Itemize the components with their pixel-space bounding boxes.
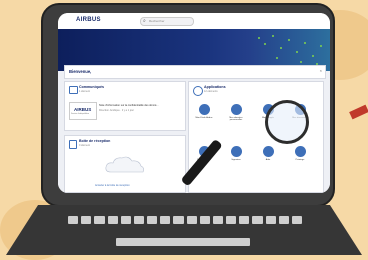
close-icon[interactable]: ×	[320, 68, 322, 73]
app-personal-data-icon[interactable]	[231, 104, 242, 115]
applications-icon	[193, 86, 203, 96]
key	[68, 216, 79, 224]
communique-item[interactable]: AIRBUS Direction Juridique Airbus Note d…	[69, 102, 181, 122]
hero-dot	[264, 43, 266, 45]
key	[226, 216, 237, 224]
key	[107, 216, 118, 224]
search-bar[interactable]: ⌕ Rechercher	[140, 17, 194, 26]
communique-meta: Direction Juridique · il y a 1 jour	[99, 109, 135, 112]
keyboard-row	[68, 216, 303, 224]
pencil-icon	[349, 104, 368, 120]
inbox-empty-link[interactable]: Accéder à la boîte de réception	[95, 184, 130, 187]
app-help-icon[interactable]	[263, 146, 274, 157]
airbus-logo[interactable]: AIRBUS	[76, 17, 101, 23]
top-bar: AIRBUS ⌕ Rechercher	[58, 13, 330, 29]
communiques-card: Communiqués 1 élément AIRBUS Direction J…	[64, 81, 186, 131]
app-label: Mes données personnelles	[229, 117, 243, 121]
hero-dot	[320, 45, 322, 47]
app-label: Mon Flash Airbus	[195, 117, 213, 119]
spacebar	[116, 238, 250, 246]
hero-dot	[276, 57, 278, 59]
applications-card: Applications 12 éléments Mon Flash Airbu…	[188, 81, 324, 193]
applications-title[interactable]: Applications	[204, 85, 226, 89]
hero-dot	[258, 37, 260, 39]
app-label: Aide	[265, 159, 271, 161]
key	[212, 216, 224, 224]
hero-dot	[280, 47, 282, 49]
hero-dot	[304, 42, 306, 44]
key	[81, 216, 92, 224]
hero-dot	[296, 51, 298, 53]
key	[120, 216, 131, 224]
key	[278, 216, 289, 224]
empty-cloud-illustration	[105, 156, 144, 173]
search-icon: ⌕	[143, 18, 146, 24]
communiques-title[interactable]: Communiqués	[79, 85, 104, 89]
welcome-title: Bienvenue,	[69, 69, 92, 74]
key	[199, 216, 210, 224]
app-timeclock-icon[interactable]	[295, 146, 306, 157]
inbox-title[interactable]: Boîte de réception	[79, 139, 110, 143]
inbox-card: Boîte de réception 0 élément Accéder à l…	[64, 135, 186, 193]
key	[265, 216, 276, 224]
hero-dot	[300, 61, 302, 63]
app-label: Pointage	[295, 159, 305, 161]
laptop-base	[6, 205, 362, 255]
welcome-banner: Bienvenue, ×	[64, 65, 326, 79]
key	[252, 216, 263, 224]
key	[173, 216, 184, 224]
communique-title: Note d'information sur la confidentialit…	[99, 104, 159, 107]
communiques-subtitle: 1 élément	[79, 90, 90, 93]
megaphone-icon	[69, 86, 78, 94]
hero-dot	[312, 55, 314, 57]
app-label: Signature	[231, 159, 241, 161]
hero-dot	[272, 35, 274, 37]
key	[239, 216, 250, 224]
applications-subtitle: 12 éléments	[204, 90, 218, 93]
thumbnail-source: Direction Juridique Airbus	[71, 114, 90, 115]
magnifying-glass-icon	[265, 100, 309, 144]
hero-dot	[288, 39, 290, 41]
key	[94, 216, 105, 224]
thumbnail-logo: AIRBUS	[74, 107, 92, 112]
inbox-subtitle: 0 élément	[79, 144, 90, 147]
app-signature-icon[interactable]	[231, 146, 242, 157]
key	[160, 216, 171, 224]
key	[291, 216, 303, 224]
key	[186, 216, 197, 224]
key	[147, 216, 158, 224]
airbus-thumbnail: AIRBUS Direction Juridique Airbus	[69, 102, 97, 120]
app-flash-icon[interactable]	[199, 104, 210, 115]
key	[133, 216, 145, 224]
inbox-icon	[69, 140, 77, 149]
search-placeholder: Rechercher	[149, 19, 165, 23]
